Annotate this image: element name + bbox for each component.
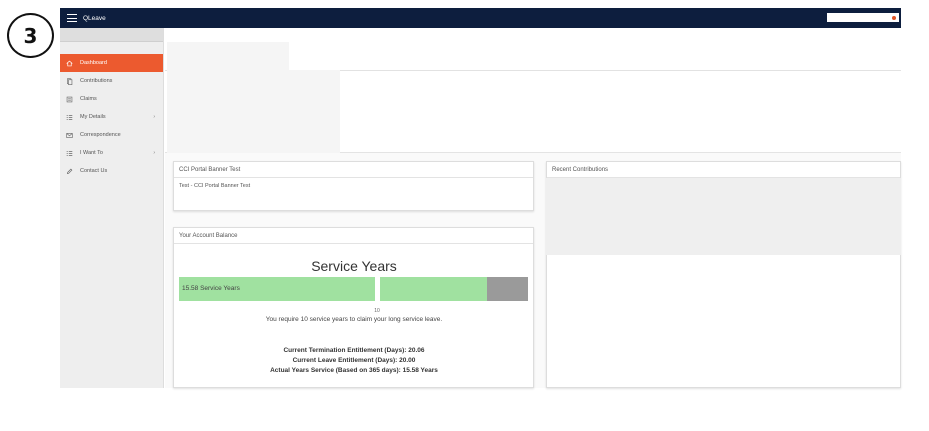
- sidebar-item-label: Claims: [80, 96, 97, 102]
- sidebar: Dashboard Contributions Claims My Detail…: [60, 28, 164, 388]
- app-screen: 3 QLeave Dashboard Contributions Claims …: [0, 0, 929, 431]
- sidebar-item-contributions[interactable]: Contributions: [60, 72, 163, 90]
- chevron-right-icon: ›: [153, 150, 155, 156]
- sidebar-item-claims[interactable]: Claims: [60, 90, 163, 108]
- list-icon: [66, 114, 73, 121]
- sidebar-item-correspondence[interactable]: Correspondence: [60, 126, 163, 144]
- banner-card-title: CCI Portal Banner Test: [174, 162, 533, 178]
- service-years-bar-label: 15.58 Service Years: [182, 285, 240, 292]
- sidebar-item-label: I Want To: [80, 150, 103, 156]
- service-years-bar-remaining: [487, 277, 528, 301]
- hamburger-menu-icon[interactable]: [67, 14, 77, 22]
- sidebar-item-contact-us[interactable]: Contact Us: [60, 162, 163, 180]
- user-menu[interactable]: [827, 13, 899, 22]
- banner-card: CCI Portal Banner Test Test - CCI Portal…: [173, 161, 534, 211]
- service-requirement-text: You require 10 service years to claim yo…: [265, 316, 443, 323]
- top-navigation-bar: QLeave: [60, 8, 901, 28]
- sidebar-item-label: Correspondence: [80, 132, 121, 138]
- account-balance-title: Your Account Balance: [174, 228, 533, 244]
- banner-card-text: Test - CCI Portal Banner Test: [179, 183, 251, 189]
- mail-icon: [66, 132, 73, 139]
- actual-years-service: Actual Years Service (Based on 365 days)…: [270, 367, 438, 374]
- recent-contributions-title: Recent Contributions: [547, 162, 900, 178]
- sidebar-item-i-want-to[interactable]: I Want To ›: [60, 144, 163, 162]
- step-number-badge: 3: [7, 13, 54, 58]
- sidebar-header: [60, 28, 163, 42]
- termination-entitlement: Current Termination Entitlement (Days): …: [283, 347, 425, 354]
- service-years-heading: Service Years: [311, 258, 397, 274]
- sidebar-item-label: Contributions: [80, 78, 113, 84]
- hero-image-placeholder: [167, 70, 340, 153]
- leave-entitlement: Current Leave Entitlement (Days): 20.00: [292, 357, 416, 364]
- sidebar-item-label: Contact Us: [80, 168, 108, 174]
- hero-image-placeholder: [167, 42, 289, 72]
- app-title[interactable]: QLeave: [83, 15, 106, 22]
- pencil-icon: [66, 168, 73, 175]
- list-icon: [66, 150, 73, 157]
- sidebar-item-label: My Details: [80, 114, 106, 120]
- account-balance-card: Your Account Balance Service Years 15.58…: [173, 227, 534, 388]
- sidebar-item-my-details[interactable]: My Details ›: [60, 108, 163, 126]
- service-years-bar-extension: [380, 277, 487, 301]
- contributions-table-placeholder: [546, 178, 901, 255]
- sidebar-item-dashboard[interactable]: Dashboard: [60, 54, 163, 72]
- form-icon: [66, 96, 73, 103]
- service-years-progress-bar: 15.58 Service Years: [179, 277, 375, 301]
- user-avatar-icon: [892, 15, 896, 20]
- threshold-tick-label: 10: [374, 308, 380, 314]
- document-icon: [66, 77, 73, 85]
- chevron-right-icon: ›: [153, 114, 155, 120]
- home-icon: [66, 60, 73, 67]
- sidebar-item-label: Dashboard: [80, 60, 107, 66]
- sidebar-account-line: [60, 42, 163, 54]
